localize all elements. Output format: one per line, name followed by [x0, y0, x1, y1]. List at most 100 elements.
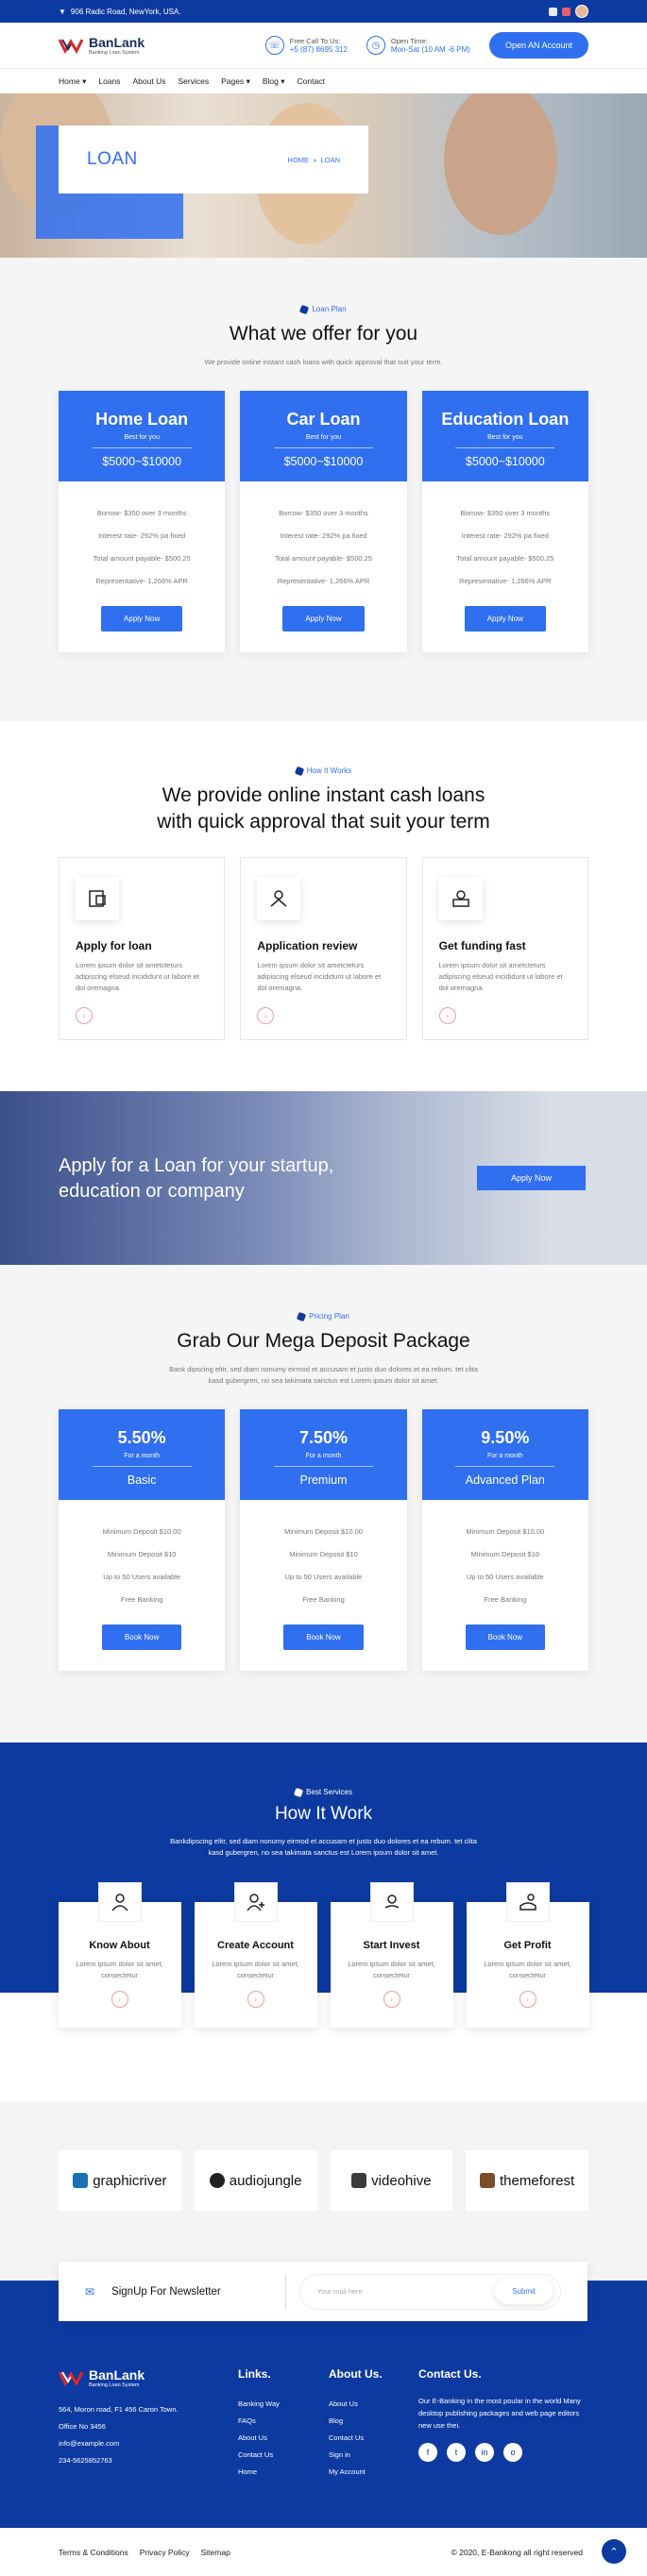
- how-kicker: How It Works: [0, 766, 647, 776]
- map-pin-icon: ▼: [59, 7, 66, 16]
- logo[interactable]: BanLank Banking Loan System: [59, 35, 145, 56]
- chevron-down-icon: ▾: [246, 76, 250, 86]
- step-title: Get funding fast: [438, 938, 526, 952]
- banner-apply-button[interactable]: Apply Now: [477, 1166, 587, 1190]
- services-content: Best Services How It Work Bankdipscing e…: [0, 1787, 647, 2028]
- partner-logos: graphicriver audiojungle videohive theme…: [0, 2150, 647, 2211]
- loan-card-range: $5000~$10000: [465, 455, 545, 469]
- footer-logo[interactable]: BanLank Banking Loan System: [59, 2367, 238, 2388]
- instagram-icon[interactable]: o: [503, 2443, 522, 2463]
- newsletter-input[interactable]: Your mail here Submit: [298, 2273, 561, 2310]
- step-card: Application review Lorem ipsum dolor sit …: [240, 856, 407, 1040]
- apply-now-button[interactable]: Apply Now: [282, 606, 365, 632]
- cart-icon[interactable]: [549, 7, 557, 16]
- arrow-right-icon[interactable]: ›: [383, 1990, 400, 2008]
- nav-item-pages[interactable]: Pages ▾: [221, 76, 250, 87]
- facebook-icon[interactable]: f: [418, 2443, 437, 2463]
- partner-logo[interactable]: themeforest: [466, 2150, 588, 2211]
- service-cards: Know About Lorem ipsum dolor sit amet, co…: [0, 1882, 647, 2028]
- loan-card-title: Education Loan: [441, 410, 570, 429]
- arrow-right-icon[interactable]: ›: [247, 1990, 264, 2008]
- privacy-link[interactable]: Privacy Policy: [140, 2548, 190, 2557]
- arrow-right-icon[interactable]: ›: [257, 1006, 275, 1024]
- loan-card: Car Loan Best for you $5000~$10000 Borrow-…: [240, 391, 407, 653]
- sitemap-link[interactable]: Sitemap: [201, 2548, 230, 2557]
- chevron-down-icon: ▾: [82, 76, 87, 86]
- loan-cards: Home Loan Best for you $5000~$10000 Borrow…: [0, 391, 647, 653]
- open-account-button[interactable]: Open AN Account: [488, 32, 588, 59]
- notification-icon[interactable]: [562, 7, 570, 16]
- loan-card-title: Car Loan: [286, 410, 361, 429]
- loan-card-range: $5000~$10000: [102, 455, 182, 469]
- page-title-panel: LOAN HOME » LOAN: [59, 126, 368, 194]
- footer-columns: BanLank Banking Loan System 564, Moron ro…: [0, 2367, 647, 2481]
- nav-item-blog[interactable]: Blog ▾: [263, 76, 285, 87]
- service-text: Lorem ipsum dolor sit amet, consectetur: [76, 1959, 163, 1979]
- chevron-down-icon: ▾: [281, 76, 285, 86]
- partner-logo[interactable]: graphicriver: [59, 2150, 181, 2211]
- nav-item-services[interactable]: Services: [178, 76, 209, 86]
- step-card: Get funding fast Lorem ipsum dolor sit am…: [421, 856, 588, 1040]
- step-card: Apply for loan Lorem ipsum dolor sit amet…: [59, 856, 226, 1040]
- arrow-right-icon[interactable]: ›: [438, 1006, 456, 1024]
- funding-icon: [438, 876, 483, 920]
- nav-item-loans[interactable]: Loans: [98, 76, 120, 86]
- linkedin-icon[interactable]: in: [475, 2443, 494, 2463]
- service-card: Create Account Lorem ipsum dolor sit amet…: [194, 1882, 317, 2028]
- social-links: f t in o: [418, 2443, 588, 2463]
- call-label: Free Call To Us:: [289, 37, 341, 45]
- step-text: Lorem ipsum dolor sit ametcteturs adipis…: [76, 960, 199, 992]
- services-kicker: Best Services: [0, 1787, 647, 1797]
- arrow-right-icon[interactable]: ›: [519, 1990, 536, 2008]
- submit-button[interactable]: Submit: [495, 2279, 553, 2304]
- loan-card-title: Home Loan: [95, 410, 189, 429]
- loan-card: Education Loan Best for you $5000~$10000 B…: [421, 391, 588, 653]
- terms-link[interactable]: Terms & Conditions: [59, 2548, 128, 2557]
- invest-icon: [370, 1882, 413, 1921]
- service-card: Get Profit Lorem ipsum dolor sit amet, co…: [466, 1882, 589, 2028]
- pricing-name: Premium: [299, 1473, 348, 1488]
- partner-logo[interactable]: audiojungle: [194, 2150, 317, 2211]
- scroll-top-icon[interactable]: ⌃: [602, 2539, 626, 2564]
- legal-links: Terms & Conditions Privacy Policy Sitema…: [59, 2548, 230, 2557]
- tag-icon: [294, 766, 304, 776]
- nav-item-contact[interactable]: Contact: [298, 76, 325, 86]
- how-title: We provide online instant cash loans with…: [157, 784, 490, 833]
- twitter-icon[interactable]: t: [447, 2443, 466, 2463]
- apply-now-button[interactable]: Apply Now: [464, 606, 546, 632]
- pricing-lead: Bank dipscing elitr, sed diam nonumy eir…: [169, 1365, 478, 1386]
- nav-item-about[interactable]: About Us: [133, 76, 166, 86]
- how-cards: Apply for loan Lorem ipsum dolor sit amet…: [0, 856, 647, 1040]
- header: BanLank Banking Loan System ☏ Free Call To…: [0, 23, 647, 69]
- topbar-icons: [549, 5, 588, 18]
- themeforest-icon: [480, 2173, 496, 2188]
- pricing-rate: 5.50%: [117, 1428, 166, 1448]
- logo-icon: [59, 2371, 83, 2386]
- book-now-button[interactable]: Book Now: [283, 1625, 364, 1651]
- pricing-card: 5.50% For a month Basic Minimum Deposit $1…: [59, 1409, 226, 1672]
- arrow-right-icon[interactable]: ›: [111, 1990, 128, 2008]
- pricing-cards: 5.50% For a month Basic Minimum Deposit $1…: [0, 1409, 647, 1672]
- footer-contact-info: 564, Moron road, F1 456 Caron Town. Offic…: [59, 2405, 179, 2465]
- pricing-kicker: Pricing Plan: [0, 1311, 647, 1322]
- breadcrumb-home[interactable]: HOME: [288, 156, 310, 164]
- service-card: Start Invest Lorem ipsum dolor sit amet, …: [330, 1882, 453, 2028]
- nav-item-home[interactable]: Home ▾: [59, 76, 86, 87]
- pricing-card: 9.50% For a month Advanced Plan Minimum De…: [421, 1409, 588, 1672]
- tag-icon: [297, 1311, 307, 1322]
- step-text: Lorem ipsum dolor sit ametcteturs adipis…: [257, 960, 382, 992]
- arrow-right-icon[interactable]: ›: [76, 1006, 93, 1024]
- service-title: Know About: [89, 1939, 150, 1951]
- clock-icon: ◷: [366, 36, 385, 55]
- pricing-name: Advanced Plan: [465, 1473, 545, 1488]
- partners-section: graphicriver audiojungle videohive theme…: [0, 2101, 647, 2281]
- book-now-button[interactable]: Book Now: [101, 1625, 182, 1651]
- logo-icon: [59, 39, 83, 54]
- apply-now-button[interactable]: Apply Now: [101, 606, 183, 632]
- partner-logo[interactable]: videohive: [330, 2150, 453, 2211]
- avatar[interactable]: [575, 5, 588, 18]
- tag-icon: [299, 304, 310, 314]
- footer-contact: Contact Us. Our E-Banking in the most po…: [418, 2367, 588, 2481]
- book-now-button[interactable]: Book Now: [465, 1625, 546, 1651]
- call-value[interactable]: +5 (87) 8695 312: [290, 45, 348, 54]
